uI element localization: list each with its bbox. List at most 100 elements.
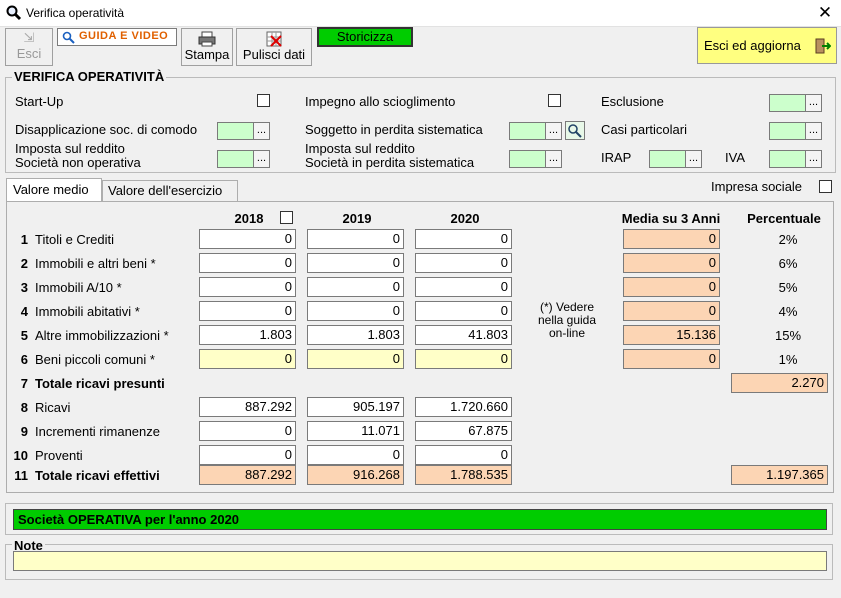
start-up-checkbox[interactable] xyxy=(257,94,270,107)
imposta-perdita-field[interactable] xyxy=(509,150,547,168)
value-field[interactable]: 0 xyxy=(199,253,296,273)
value-field[interactable]: 1.720.660 xyxy=(415,397,512,417)
close-button[interactable]: ✕ xyxy=(814,2,836,24)
esclusione-label: Esclusione xyxy=(601,94,664,109)
esci-button[interactable]: ⇲ Esci xyxy=(5,28,53,66)
imposta-non-operativa-dots-button[interactable]: ... xyxy=(253,150,270,168)
value-field[interactable]: 0 xyxy=(199,277,296,297)
row-number: 5 xyxy=(20,328,28,343)
percentuale-value: 1% xyxy=(778,352,798,367)
disapplicazione-field[interactable] xyxy=(217,122,255,140)
row-number: 10 xyxy=(13,448,28,463)
pulisci-dati-button[interactable]: Pulisci dati xyxy=(236,28,312,66)
value-field[interactable]: 905.197 xyxy=(307,397,404,417)
iva-field[interactable] xyxy=(769,150,807,168)
value-field[interactable]: 0 xyxy=(415,445,512,465)
row-label: Ricavi xyxy=(35,400,71,415)
disapplicazione-label: Disapplicazione soc. di comodo xyxy=(15,122,198,137)
impegno-label: Impegno allo scioglimento xyxy=(305,94,456,109)
exit-arrow-icon xyxy=(815,38,831,54)
window-title: Verifica operatività xyxy=(26,6,125,20)
row-number: 11 xyxy=(14,468,28,483)
value-field[interactable]: 67.875 xyxy=(415,421,512,441)
stampa-button[interactable]: Stampa xyxy=(181,28,233,66)
value-field[interactable]: 0 xyxy=(307,349,404,369)
value-field[interactable]: 11.071 xyxy=(307,421,404,441)
value-field: 887.292 xyxy=(199,465,296,485)
soggetto-dots-button[interactable]: ... xyxy=(545,122,562,140)
media-field: 0 xyxy=(623,277,720,297)
value-field: 1.788.535 xyxy=(415,465,512,485)
impresa-sociale-label: Impresa sociale xyxy=(711,179,803,194)
row-number: 1 xyxy=(20,232,28,247)
row-number: 6 xyxy=(20,352,28,367)
note-field[interactable] xyxy=(13,551,827,571)
irap-dots-button[interactable]: ... xyxy=(685,150,702,168)
row-label: Totale ricavi presunti xyxy=(35,376,165,391)
row-label: Titoli e Crediti xyxy=(35,232,114,247)
value-field[interactable]: 0 xyxy=(307,445,404,465)
status-bar: Società OPERATIVA per l'anno 2020 xyxy=(13,509,827,530)
value-field[interactable]: 0 xyxy=(415,301,512,321)
storicizza-button[interactable]: Storicizza xyxy=(317,27,413,47)
media-field: 0 xyxy=(623,229,720,249)
value-field[interactable]: 887.292 xyxy=(199,397,296,417)
value-field[interactable]: 41.803 xyxy=(415,325,512,345)
value-field[interactable]: 0 xyxy=(307,253,404,273)
value-field[interactable]: 0 xyxy=(415,253,512,273)
disapplicazione-dots-button[interactable]: ... xyxy=(253,122,270,140)
media-field: 15.136 xyxy=(623,325,720,345)
esci-aggiorna-button[interactable]: Esci ed aggiorna xyxy=(697,27,837,64)
imposta-perdita-label: Imposta sul reddito Società in perdita s… xyxy=(305,141,475,170)
title-bar xyxy=(0,0,841,27)
year-2018-checkbox[interactable] xyxy=(280,211,293,224)
casi-field[interactable] xyxy=(769,122,807,140)
value-field[interactable]: 0 xyxy=(307,277,404,297)
casi-dots-button[interactable]: ... xyxy=(805,122,822,140)
percentuale-value: 15% xyxy=(774,328,802,343)
soggetto-search-button[interactable] xyxy=(565,121,585,140)
row-label: Proventi xyxy=(35,448,83,463)
value-field[interactable]: 1.803 xyxy=(307,325,404,345)
value-field[interactable]: 0 xyxy=(415,349,512,369)
row-number: 2 xyxy=(20,256,28,271)
value-field[interactable]: 1.803 xyxy=(199,325,296,345)
tab-valore-medio[interactable]: Valore medio xyxy=(6,178,102,202)
irap-field[interactable] xyxy=(649,150,687,168)
iva-dots-button[interactable]: ... xyxy=(805,150,822,168)
value-field[interactable]: 0 xyxy=(199,349,296,369)
guida-note-text: on-line xyxy=(548,326,586,340)
value-field[interactable]: 0 xyxy=(307,301,404,321)
esclusione-dots-button[interactable]: ... xyxy=(805,94,822,112)
tab-valore-esercizio[interactable]: Valore dell'esercizio xyxy=(102,180,238,201)
guida-video-button[interactable]: GUIDA E VIDEO xyxy=(57,28,177,46)
row-label: Altre immobilizzazioni * xyxy=(35,328,169,343)
soggetto-field[interactable] xyxy=(509,122,547,140)
percentuale-header: Percentuale xyxy=(747,211,821,226)
imposta-perdita-dots-button[interactable]: ... xyxy=(545,150,562,168)
search-icon xyxy=(568,124,582,138)
row-label: Immobili abitativi * xyxy=(35,304,140,319)
impegno-checkbox[interactable] xyxy=(548,94,561,107)
row-number: 3 xyxy=(20,280,28,295)
media-header: Media su 3 Anni xyxy=(621,211,721,226)
imposta-non-operativa-field[interactable] xyxy=(217,150,255,168)
value-field[interactable]: 0 xyxy=(415,277,512,297)
impresa-sociale-checkbox[interactable] xyxy=(819,180,832,193)
percentuale-value: 5% xyxy=(778,280,798,295)
year-header: 2019 xyxy=(342,211,372,226)
value-field[interactable]: 0 xyxy=(199,421,296,441)
value-field[interactable]: 0 xyxy=(199,445,296,465)
value-field[interactable]: 0 xyxy=(415,229,512,249)
media-field: 0 xyxy=(623,253,720,273)
casi-label: Casi particolari xyxy=(601,122,687,137)
value-field[interactable]: 0 xyxy=(199,229,296,249)
row-label: Immobili e altri beni * xyxy=(35,256,156,271)
value-field[interactable]: 0 xyxy=(199,301,296,321)
soggetto-label: Soggetto in perdita sistematica xyxy=(305,122,483,137)
magnifier-icon xyxy=(6,5,22,21)
row-label: Totale ricavi effettivi xyxy=(35,468,160,483)
esclusione-field[interactable] xyxy=(769,94,807,112)
verifica-title: VERIFICA OPERATIVITÀ xyxy=(12,69,167,84)
value-field[interactable]: 0 xyxy=(307,229,404,249)
